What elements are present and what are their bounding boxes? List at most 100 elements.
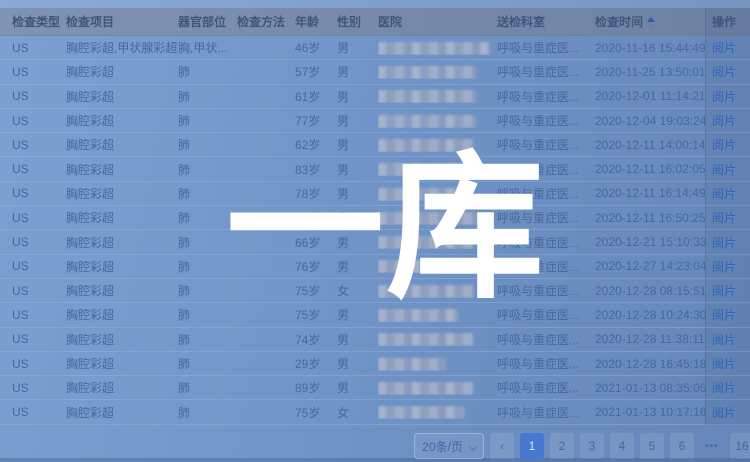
view-images-link[interactable]: 阅片 [712, 211, 736, 225]
cell-action: 阅片 [712, 258, 750, 275]
header-exam-time[interactable]: 检查时间 [595, 13, 712, 30]
cell-action: 阅片 [712, 234, 750, 251]
sort-caret-icon[interactable] [647, 17, 655, 29]
cell-exam-time: 2021-01-13 10:17:16 [595, 405, 712, 419]
cell-sending-dept: 呼吸与重症医... [497, 306, 595, 323]
cell-hospital [378, 405, 497, 419]
view-images-link[interactable]: 阅片 [712, 406, 736, 420]
cell-exam-item: 胸腔彩超 [66, 112, 178, 129]
cell-exam-item: 胸腔彩超 [66, 355, 178, 372]
cell-gender: 男 [337, 258, 378, 275]
cell-exam-type: US [12, 332, 66, 346]
page-button-6[interactable]: 6 [670, 433, 694, 459]
view-images-link[interactable]: 阅片 [712, 308, 736, 322]
page-button-3[interactable]: 3 [580, 433, 604, 459]
view-images-link[interactable]: 阅片 [712, 260, 736, 274]
cell-hospital [378, 162, 497, 176]
hospital-redacted-block [378, 285, 474, 298]
header-gender[interactable]: 性别 [337, 13, 378, 30]
cell-exam-time: 2020-11-25 13:50:01 [595, 65, 712, 79]
cell-age: 75岁 [295, 306, 337, 323]
cell-exam-time: 2020-12-28 16:45:18 [595, 357, 712, 371]
cell-exam-type: US [12, 211, 66, 225]
cell-age: 77岁 [295, 112, 337, 129]
hospital-redacted-block [378, 260, 476, 273]
cell-exam-item: 胸腔彩超 [66, 258, 178, 275]
table-row[interactable]: US 胸腔彩超 肺 76岁 女 呼吸与重症医... 2020-12-11 16:… [0, 206, 750, 230]
cell-exam-item: 胸腔彩超 [66, 404, 178, 421]
page-button-2[interactable]: 2 [550, 433, 574, 459]
view-images-link[interactable]: 阅片 [712, 163, 736, 177]
cell-exam-time: 2020-12-11 14:00:14 [595, 138, 712, 152]
cell-sending-dept: 呼吸与重症医... [497, 282, 595, 299]
cell-age: 75岁 [295, 282, 337, 299]
table-row[interactable]: US 胸腔彩超 肺 75岁 女 呼吸与重症医... 2020-12-28 08:… [0, 279, 750, 303]
header-exam-item[interactable]: 检查项目 [66, 13, 178, 30]
cell-exam-item: 胸腔彩超 [66, 209, 178, 226]
view-images-link[interactable]: 阅片 [712, 187, 736, 201]
page-button-5[interactable]: 5 [640, 433, 664, 459]
view-images-link[interactable]: 阅片 [712, 284, 736, 298]
page-button-16[interactable]: 16 [730, 433, 750, 459]
cell-age: 75岁 [295, 404, 337, 421]
view-images-link[interactable]: 阅片 [712, 357, 736, 371]
hospital-redacted-block [378, 309, 458, 322]
table-row[interactable]: US 胸腔彩超 肺 66岁 男 呼吸与重症医... 2020-12-21 15:… [0, 230, 750, 254]
cell-sending-dept: 呼吸与重症医... [497, 112, 595, 129]
header-hospital[interactable]: 医院 [378, 13, 497, 30]
cell-exam-time: 2020-12-01 11:14:21 [595, 89, 712, 103]
page-ellipsis[interactable]: ••• [700, 433, 724, 459]
header-sending-dept[interactable]: 送检科室 [497, 13, 595, 30]
header-organ-part[interactable]: 器官部位 [178, 13, 237, 30]
hospital-redacted-block [378, 212, 478, 225]
header-exam-method[interactable]: 检查方法 [237, 13, 295, 30]
cell-age: 46岁 [295, 39, 337, 56]
cell-action: 阅片 [712, 209, 750, 226]
cell-exam-item: 胸腔彩超 [66, 136, 178, 153]
table-row[interactable]: US 胸腔彩超 肺 29岁 男 呼吸与重症医... 2020-12-28 16:… [0, 352, 750, 376]
view-images-link[interactable]: 阅片 [712, 41, 736, 55]
view-images-link[interactable]: 阅片 [712, 236, 736, 250]
cell-gender: 男 [337, 88, 378, 105]
view-images-link[interactable]: 阅片 [712, 114, 736, 128]
cell-exam-time: 2020-12-28 11:38:11 [595, 332, 712, 346]
table-row[interactable]: US 胸腔彩超 肺 74岁 男 呼吸与重症医... 2020-12-28 11:… [0, 328, 750, 352]
table-row[interactable]: US 胸腔彩超 肺 78岁 男 呼吸与重症医... 2020-12-11 16:… [0, 182, 750, 206]
view-images-link[interactable]: 阅片 [712, 90, 736, 104]
prev-page-button[interactable]: ‹ [490, 433, 514, 459]
view-images-link[interactable]: 阅片 [712, 138, 736, 152]
cell-sending-dept: 呼吸与重症医... [497, 355, 595, 372]
view-images-link[interactable]: 阅片 [712, 333, 736, 347]
table-row[interactable]: US 胸腔彩超 肺 75岁 女 呼吸与重症医... 2021-01-13 10:… [0, 400, 750, 424]
table-row[interactable]: US 胸腔彩超 肺 76岁 男 呼吸与重症医... 2020-12-27 14:… [0, 255, 750, 279]
table-row[interactable]: US 胸腔彩超,甲状腺彩超 胸,甲状... 46岁 男 呼吸与重症医... 20… [0, 36, 750, 60]
hospital-redacted-block [378, 115, 476, 128]
table-row[interactable]: US 胸腔彩超 肺 57岁 男 呼吸与重症医... 2020-11-25 13:… [0, 60, 750, 84]
cell-sending-dept: 呼吸与重症医... [497, 88, 595, 105]
cell-exam-type: US [12, 284, 66, 298]
table-row[interactable]: US 胸腔彩超 肺 62岁 男 呼吸与重症医... 2020-12-11 14:… [0, 133, 750, 157]
cell-organ-part: 肺 [178, 306, 237, 323]
header-exam-time-label: 检查时间 [595, 15, 643, 29]
page-button-4[interactable]: 4 [610, 433, 634, 459]
view-images-link[interactable]: 阅片 [712, 381, 736, 395]
cell-organ-part: 肺 [178, 404, 237, 421]
table-row[interactable]: US 胸腔彩超 肺 61岁 男 呼吸与重症医... 2020-12-01 11:… [0, 85, 750, 109]
cell-exam-type: US [12, 89, 66, 103]
cell-exam-type: US [12, 114, 66, 128]
table-row[interactable]: US 胸腔彩超 肺 75岁 男 呼吸与重症医... 2020-12-28 10:… [0, 303, 750, 327]
cell-exam-time: 2020-11-16 15:44:49 [595, 41, 712, 55]
page-size-select[interactable]: 20条/页 [414, 433, 484, 459]
cell-gender: 男 [337, 39, 378, 56]
header-age[interactable]: 年龄 [295, 13, 337, 30]
page-button-1[interactable]: 1 [520, 433, 544, 459]
cell-exam-time: 2020-12-28 08:15:51 [595, 284, 712, 298]
table-row[interactable]: US 胸腔彩超 肺 89岁 男 呼吸与重症医... 2021-01-13 08:… [0, 376, 750, 400]
table-row[interactable]: US 胸腔彩超 肺 83岁 男 呼吸与重症医... 2020-12-11 16:… [0, 157, 750, 181]
cell-sending-dept: 呼吸与重症医... [497, 63, 595, 80]
header-exam-type[interactable]: 检查类型 [12, 13, 66, 30]
view-images-link[interactable]: 阅片 [712, 65, 736, 79]
table-row[interactable]: US 胸腔彩超 肺 77岁 男 呼吸与重症医... 2020-12-04 19:… [0, 109, 750, 133]
cell-organ-part: 肺 [178, 88, 237, 105]
cell-hospital [378, 65, 497, 79]
